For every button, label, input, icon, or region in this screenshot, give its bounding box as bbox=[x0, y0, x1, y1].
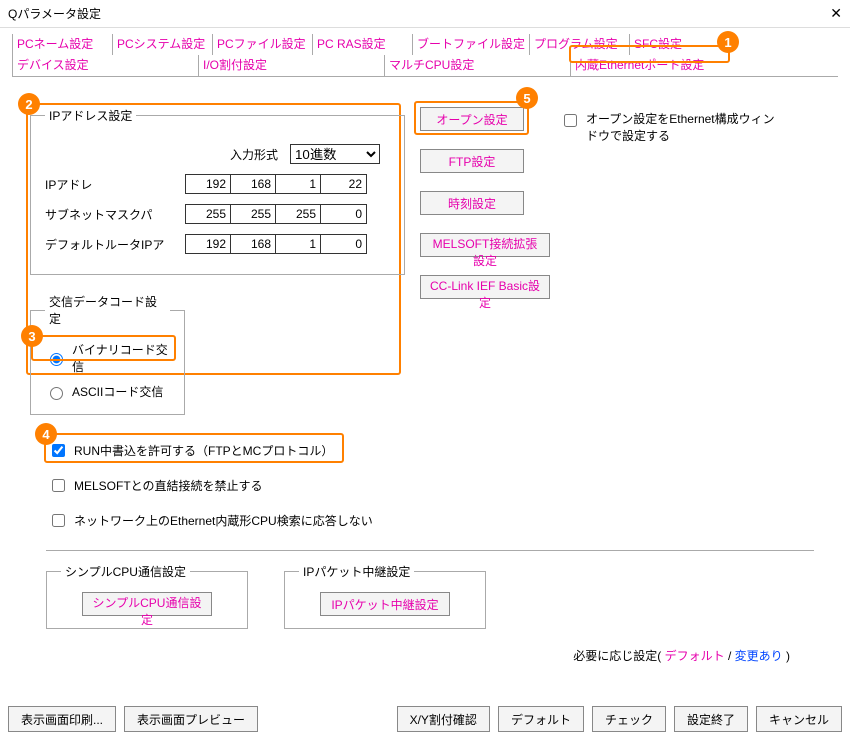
finish-button[interactable]: 設定終了 bbox=[674, 706, 748, 732]
check-button[interactable]: チェック bbox=[592, 706, 666, 732]
input-format-label: 入力形式 bbox=[230, 146, 278, 163]
changed-text: 変更あり bbox=[735, 649, 783, 663]
allow-run-write-check[interactable] bbox=[52, 444, 65, 457]
binary-code-radio[interactable] bbox=[50, 353, 63, 366]
cclink-button[interactable]: CC-Link IEF Basic設定 bbox=[420, 275, 550, 299]
ip-legend: IPアドレス設定 bbox=[45, 107, 136, 124]
subnet-label: サブネットマスクパ bbox=[45, 206, 185, 223]
gateway-label: デフォルトルータIPア bbox=[45, 236, 185, 253]
tab-device[interactable]: デバイス設定 bbox=[12, 55, 198, 76]
ip-oct-1[interactable] bbox=[186, 175, 231, 193]
separator bbox=[46, 550, 814, 551]
callout-2: 2 bbox=[18, 93, 40, 115]
gw-oct-2[interactable] bbox=[231, 235, 276, 253]
print-button[interactable]: 表示画面印刷... bbox=[8, 706, 116, 732]
tab-pcfile[interactable]: PCファイル設定 bbox=[212, 34, 312, 55]
tab-io[interactable]: I/O割付設定 bbox=[198, 55, 384, 76]
tab-pcname[interactable]: PCネーム設定 bbox=[12, 34, 112, 55]
tab-pcsystem[interactable]: PCシステム設定 bbox=[112, 34, 212, 55]
no-respond-search-check[interactable] bbox=[52, 514, 65, 527]
ip-relay-group: IPパケット中継設定 IPパケット中継設定 bbox=[284, 563, 486, 629]
ip-oct-3[interactable] bbox=[276, 175, 321, 193]
tab-pcras[interactable]: PC RAS設定 bbox=[312, 34, 412, 55]
sn-oct-4[interactable] bbox=[321, 205, 366, 223]
ipaddr-field[interactable] bbox=[185, 174, 367, 194]
tab-program[interactable]: プログラム設定 bbox=[529, 34, 629, 55]
ip-relay-legend: IPパケット中継設定 bbox=[299, 563, 414, 580]
ascii-code-radio[interactable] bbox=[50, 387, 63, 400]
input-format-select[interactable]: 10進数 bbox=[290, 144, 380, 164]
callout-4: 4 bbox=[35, 423, 57, 445]
sn-oct-2[interactable] bbox=[231, 205, 276, 223]
binary-code-label: バイナリコード交信 bbox=[72, 341, 170, 375]
no-respond-search-label: ネットワーク上のEthernet内蔵形CPU検索に応答しない bbox=[74, 512, 373, 529]
ip-group: IPアドレス設定 入力形式 10進数 IPアドレ サブネットマスクパ bbox=[30, 107, 405, 275]
ftp-settings-button[interactable]: FTP設定 bbox=[420, 149, 524, 173]
default-button[interactable]: デフォルト bbox=[498, 706, 584, 732]
bottom-bar: 表示画面印刷... 表示画面プレビュー X/Y割付確認 デフォルト チェック 設… bbox=[0, 698, 850, 740]
gw-oct-1[interactable] bbox=[186, 235, 231, 253]
open-settings-button[interactable]: オープン設定 bbox=[420, 107, 524, 131]
allow-run-write-label: RUN中書込を許可する（FTPとMCプロトコル） bbox=[74, 442, 333, 459]
melsoft-ext-button[interactable]: MELSOFT接続拡張設定 bbox=[420, 233, 550, 257]
callout-5: 5 bbox=[516, 87, 538, 109]
cancel-button[interactable]: キャンセル bbox=[756, 706, 842, 732]
simple-cpu-button[interactable]: シンプルCPU通信設定 bbox=[82, 592, 212, 616]
forbid-melsoft-direct-check[interactable] bbox=[52, 479, 65, 492]
window-title: Qパラメータ設定 bbox=[8, 5, 101, 22]
code-legend: 交信データコード設定 bbox=[45, 293, 170, 327]
code-group: 交信データコード設定 3 バイナリコード交信 ASCIIコード交信 bbox=[30, 293, 185, 415]
tab-multicpu[interactable]: マルチCPU設定 bbox=[384, 55, 570, 76]
options-area: 4 RUN中書込を許可する（FTPとMCプロトコル） MELSOFTとの直結接続… bbox=[30, 433, 830, 538]
gw-oct-4[interactable] bbox=[321, 235, 366, 253]
close-icon[interactable]: ✕ bbox=[830, 5, 842, 22]
simple-cpu-legend: シンプルCPU通信設定 bbox=[61, 563, 190, 580]
time-settings-button[interactable]: 時刻設定 bbox=[420, 191, 524, 215]
ip-relay-button[interactable]: IPパケット中継設定 bbox=[320, 592, 450, 616]
xy-confirm-button[interactable]: X/Y割付確認 bbox=[397, 706, 490, 732]
sn-oct-3[interactable] bbox=[276, 205, 321, 223]
subnet-field[interactable] bbox=[185, 204, 367, 224]
need-line: 必要に応じ設定( デフォルト / 変更あり ) bbox=[30, 629, 830, 664]
ascii-code-label: ASCIIコード交信 bbox=[72, 383, 163, 400]
open-in-ethernet-window-check[interactable] bbox=[564, 114, 577, 127]
default-text: デフォルト bbox=[665, 649, 725, 663]
sn-oct-1[interactable] bbox=[186, 205, 231, 223]
gw-oct-3[interactable] bbox=[276, 235, 321, 253]
preview-button[interactable]: 表示画面プレビュー bbox=[124, 706, 258, 732]
ipaddr-label: IPアドレ bbox=[45, 176, 185, 193]
tab-sfc[interactable]: SFC設定 bbox=[629, 34, 689, 55]
ip-oct-4[interactable] bbox=[321, 175, 366, 193]
tab-strip: PCネーム設定 PCシステム設定 PCファイル設定 PC RAS設定 ブートファ… bbox=[0, 28, 850, 77]
forbid-melsoft-direct-label: MELSOFTとの直結接続を禁止する bbox=[74, 477, 263, 494]
content-area: 2 IPアドレス設定 入力形式 10進数 IPアドレ サブネットマスクパ bbox=[0, 77, 850, 664]
callout-3: 3 bbox=[21, 325, 43, 347]
tab-bootfile[interactable]: ブートファイル設定 bbox=[412, 34, 529, 55]
open-in-ethernet-window-label: オープン設定をEthernet構成ウィンドウで設定する bbox=[586, 111, 780, 145]
callout-1: 1 bbox=[717, 31, 739, 53]
gateway-field[interactable] bbox=[185, 234, 367, 254]
simple-cpu-group: シンプルCPU通信設定 シンプルCPU通信設定 bbox=[46, 563, 248, 629]
ip-oct-2[interactable] bbox=[231, 175, 276, 193]
tab-ethernet[interactable]: 内蔵Ethernetポート設定 bbox=[570, 55, 756, 76]
